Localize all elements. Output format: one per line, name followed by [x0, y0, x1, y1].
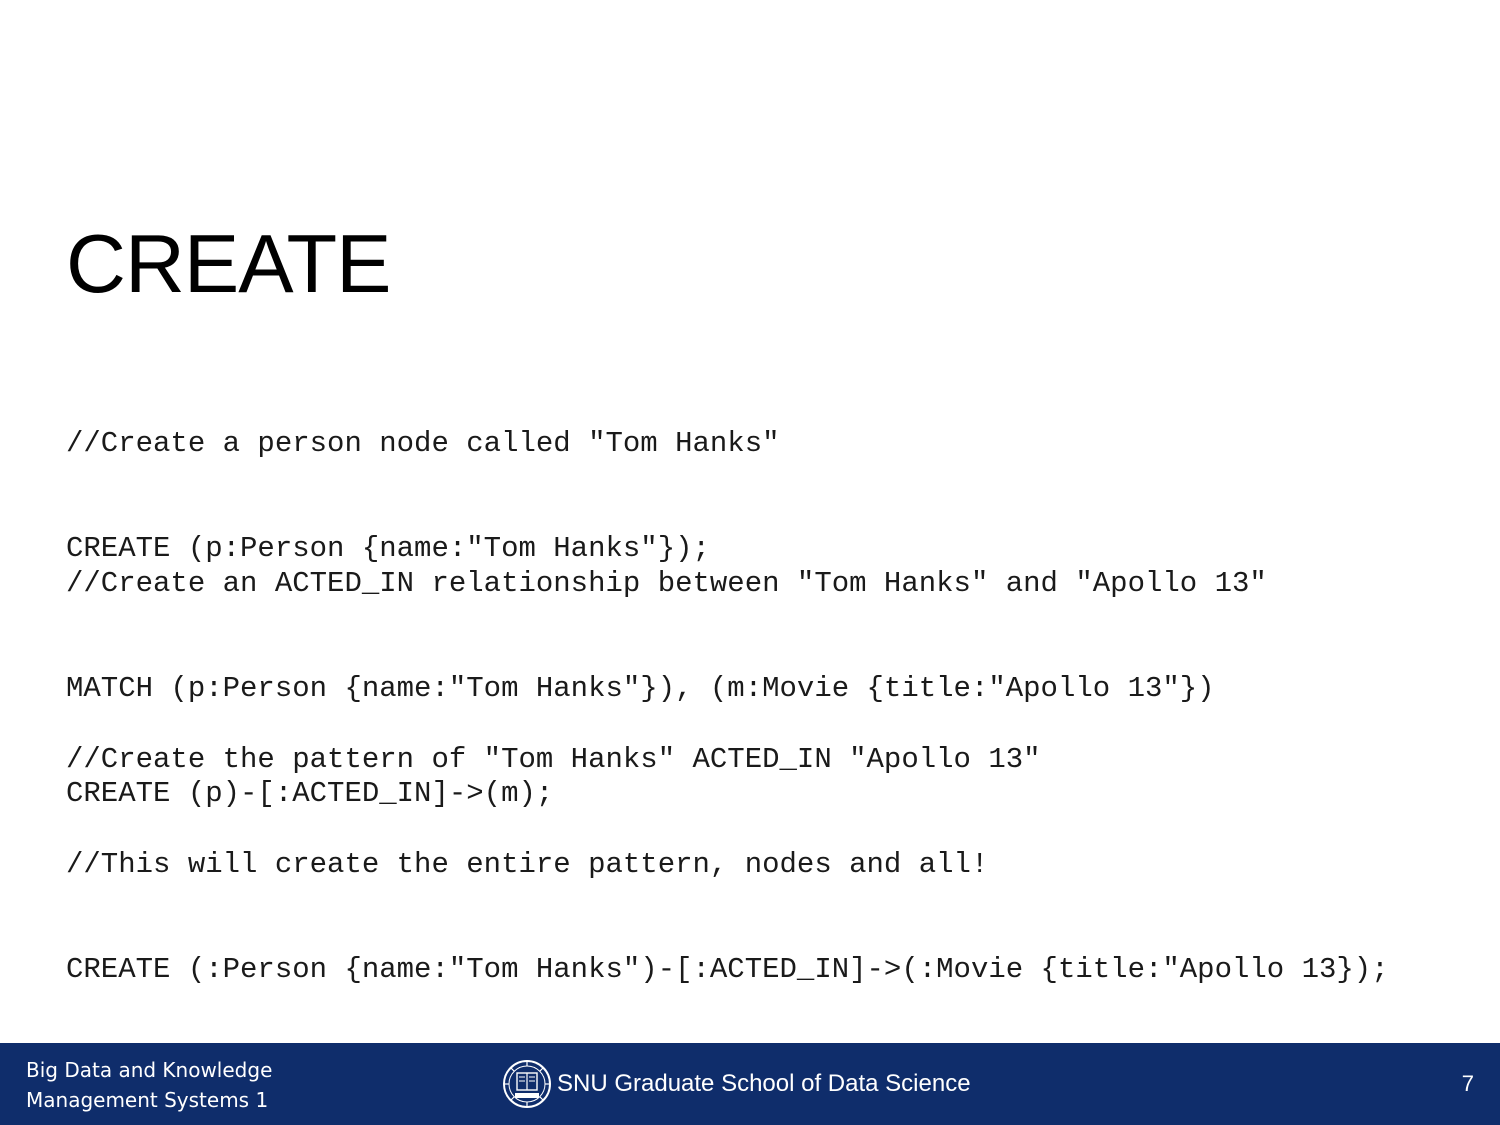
- code-block-create-pattern: //Create the pattern of "Tom Hanks" ACTE…: [66, 672, 1389, 1022]
- code-line: //Create an ACTED_IN relationship betwee…: [66, 567, 1267, 600]
- course-name-line-2: Management Systems 1: [26, 1088, 269, 1112]
- page-number: 7: [1461, 1071, 1474, 1096]
- code-line: CREATE (:Person {name:"Tom Hanks")-[:ACT…: [66, 953, 1389, 986]
- code-line: //Create a person node called "Tom Hanks…: [66, 427, 780, 460]
- school-name: SNU Graduate School of Data Science: [557, 1070, 971, 1097]
- snu-seal-icon: [503, 1060, 551, 1108]
- course-name-line-1: Big Data and Knowledge: [26, 1058, 273, 1082]
- slide-footer: Big Data and Knowledge Management System…: [0, 1043, 1500, 1125]
- course-name: Big Data and Knowledge Management System…: [26, 1055, 272, 1115]
- code-line: //This will create the entire pattern, n…: [66, 848, 989, 881]
- code-line: //Create the pattern of "Tom Hanks" ACTE…: [66, 743, 1041, 776]
- school-branding: SNU Graduate School of Data Science: [502, 1059, 971, 1109]
- slide-title: CREATE: [66, 217, 392, 310]
